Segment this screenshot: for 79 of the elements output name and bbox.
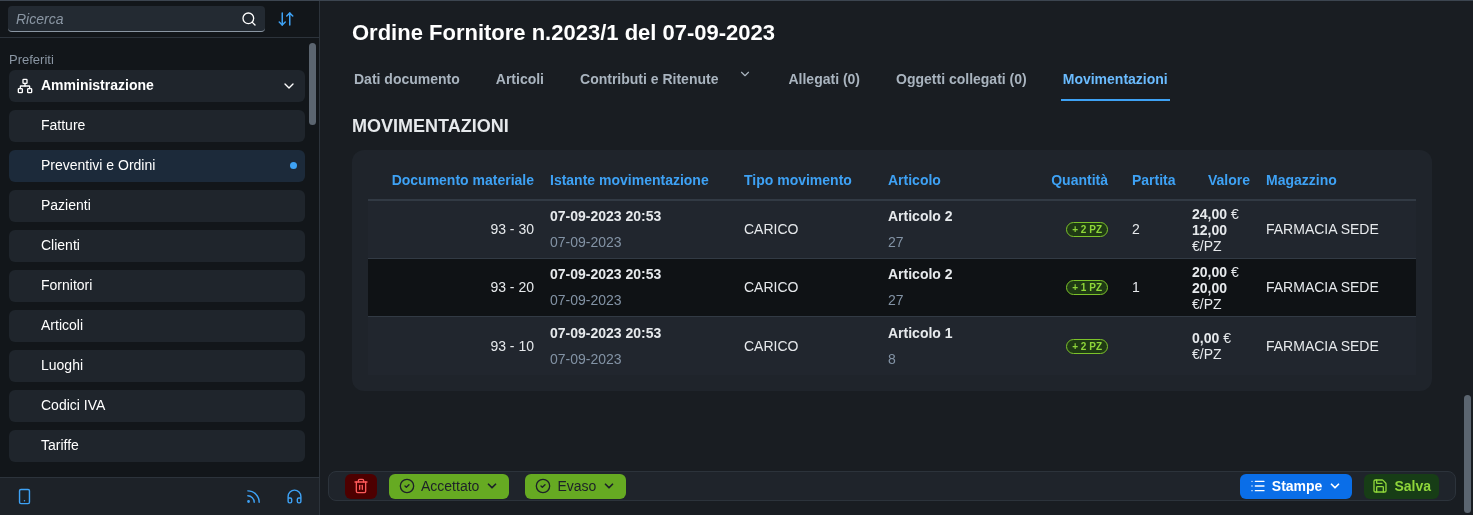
value-text: 24,00 € [1192, 205, 1240, 222]
search-field[interactable]: Ricerca [8, 6, 265, 32]
list-icon [1249, 478, 1266, 494]
sidebar-item[interactable]: Pazienti [9, 189, 305, 222]
value-text: 20,00 €/PZ [1192, 279, 1229, 312]
table-cell-text: FARMACIA SEDE [1266, 336, 1379, 356]
date: 07-09-2023 [550, 349, 623, 369]
sidebar-item[interactable]: Fatture [9, 109, 305, 142]
delete-button[interactable] [345, 473, 377, 499]
check-icon [399, 478, 415, 494]
value-text: 0,00 € [1192, 330, 1232, 346]
date: 07-09-2023 [550, 233, 623, 252]
save-icon [1372, 478, 1389, 494]
table-cell-text: FARMACIA SEDE [1266, 278, 1379, 297]
sort-icon[interactable] [277, 10, 295, 28]
section-title: MOVIMENTAZIONI [352, 115, 510, 138]
column-header: Tipo movimento [744, 171, 852, 190]
table-cell-text: CARICO [744, 278, 799, 297]
quantity-badge: + 1 PZ [1066, 280, 1108, 295]
tab[interactable]: Articoli [493, 69, 546, 101]
group-header[interactable]: Amministrazione [9, 69, 305, 102]
timestamp: 07-09-2023 20:53 [550, 265, 663, 284]
date: 07-09-2023 [550, 291, 623, 310]
quantity-badge: + 2 PZ [1066, 222, 1108, 237]
article-name: Articolo 1 [888, 323, 954, 343]
table-cell-text: 93 - 30 [490, 220, 534, 239]
value-text: 20,00 € [1192, 263, 1240, 280]
table-cell-text: CARICO [744, 336, 799, 356]
table-cell-text: 93 - 20 [490, 278, 534, 297]
table-cell-text: 93 - 10 [490, 336, 534, 356]
print-button[interactable]: Stampe [1239, 473, 1353, 499]
check-icon [535, 478, 552, 494]
timestamp: 07-09-2023 20:53 [550, 207, 663, 226]
tab[interactable]: Allegati (0) [786, 69, 863, 101]
page-title: Ordine Fornitore n.2023/1 del 07-09-2023 [352, 19, 777, 47]
column-header: Valore [1207, 171, 1250, 190]
status-button[interactable]: Accettato [389, 473, 510, 499]
sidebar-item[interactable]: Codici IVA [9, 389, 305, 422]
save-button[interactable]: Salva [1364, 473, 1439, 499]
column-header: Partita [1132, 171, 1176, 190]
article-code: 27 [888, 291, 905, 310]
quantity-badge: + 2 PZ [1066, 338, 1108, 354]
sidebar-item[interactable]: Preventivi e Ordini [9, 149, 305, 182]
sidebar-item[interactable]: Luoghi [9, 349, 305, 382]
column-header: Magazzino [1266, 171, 1337, 190]
sidebar-item[interactable]: Fornitori [9, 269, 305, 302]
sidebar-item[interactable]: Articoli [9, 309, 305, 342]
section-label: Preferiti [9, 51, 55, 69]
trash-icon [353, 478, 369, 494]
sidebar-item[interactable]: Tariffe [9, 429, 305, 462]
article-code: 27 [888, 233, 905, 252]
table-cell-text: 2 [1132, 220, 1140, 239]
feed-icon[interactable] [245, 488, 262, 505]
device-icon[interactable] [16, 488, 33, 505]
column-header: Documento materiale [391, 171, 534, 190]
column-header: Istante movimentazione [550, 171, 709, 190]
article-name: Articolo 2 [888, 265, 954, 284]
scrollbar[interactable] [1464, 395, 1471, 513]
sidebar-item[interactable]: Clienti [9, 229, 305, 262]
article-name: Articolo 2 [888, 207, 954, 226]
table-cell-text: 1 [1132, 278, 1140, 297]
tab[interactable]: Dati documento [352, 69, 462, 101]
column-header: Quantità [1051, 171, 1108, 190]
headset-icon[interactable] [286, 488, 303, 505]
tab[interactable]: Movimentazioni [1060, 69, 1170, 101]
tab[interactable]: Contributi e Ritenute [578, 69, 755, 101]
search-icon[interactable] [241, 11, 257, 27]
article-code: 8 [888, 349, 897, 369]
scrollbar[interactable] [309, 43, 316, 125]
hierarchy-icon [17, 77, 33, 94]
column-header: Articolo [888, 171, 941, 190]
tab[interactable]: Oggetti collegati (0) [894, 69, 1029, 101]
table-cell-text: CARICO [744, 220, 799, 239]
table-cell-text: FARMACIA SEDE [1266, 220, 1379, 239]
value-text: 12,00 €/PZ [1192, 221, 1229, 254]
table-row[interactable]: 93 - 20 07-09-2023 20:53 07-09-2023 CARICO Articolo 2 27 + 1 PZ 1 20,00 € 20,00 €/PZ FARMACIA SEDE [368, 259, 1416, 317]
status-button[interactable]: Evaso [525, 473, 627, 499]
timestamp: 07-09-2023 20:53 [550, 323, 663, 343]
value-text: €/PZ [1192, 346, 1223, 362]
